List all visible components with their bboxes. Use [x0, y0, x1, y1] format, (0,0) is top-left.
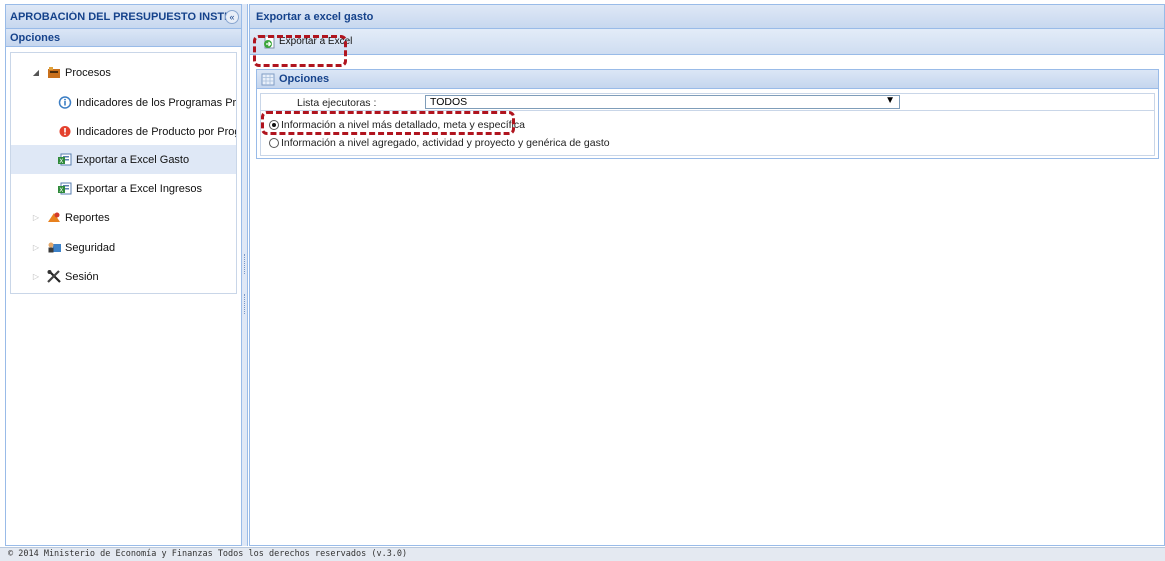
- content-panel-title: Exportar a excel gasto: [250, 5, 1164, 29]
- options-header: Opciones: [6, 29, 241, 47]
- security-users-icon: [48, 242, 61, 253]
- options-fieldset-header: Opciones: [257, 70, 1158, 89]
- export-button-highlight: [253, 35, 347, 67]
- radio-aggregated[interactable]: [269, 138, 279, 148]
- lista-ejecutoras-label: Lista ejecutoras :: [297, 97, 377, 109]
- toolbar: Exportar a Excel: [250, 29, 1164, 55]
- tree-node-indicadores-producto[interactable]: Indicadores de Producto por Programa: [11, 117, 236, 146]
- info-circle-icon: [58, 96, 72, 109]
- folder-books-icon: [48, 67, 60, 78]
- tree-node-indicadores-programas[interactable]: Indicadores de los Programas Presupuesta…: [11, 88, 236, 117]
- app-title: APROBACIÓN DEL PRESUPUESTO INSTITUCIONAL: [10, 10, 232, 23]
- navigation-panel-header: APROBACIÓN DEL PRESUPUESTO INSTITUCIONAL…: [6, 5, 241, 29]
- content-panel: Exportar a excel gasto Exportar a Excel …: [249, 4, 1165, 546]
- svg-text:X: X: [59, 158, 63, 165]
- tree-label: Indicadores de Producto por Programa: [76, 125, 236, 138]
- tree-label: Procesos: [65, 66, 111, 79]
- svg-text:X: X: [59, 187, 63, 194]
- detailed-option-highlight: [261, 111, 515, 135]
- radio-aggregated-option[interactable]: Información a nivel agregado, actividad …: [269, 137, 610, 149]
- panel-splitter[interactable]: [242, 4, 248, 546]
- lista-ejecutoras-value: TODOS: [430, 96, 468, 108]
- excel-export-icon: X: [58, 153, 72, 166]
- collapsed-arrow-icon[interactable]: ▷: [31, 213, 41, 222]
- excel-export-icon: X: [58, 182, 72, 195]
- tree-node-reportes[interactable]: ▷ Reportes: [11, 203, 236, 232]
- tree-label: Sesión: [65, 270, 99, 283]
- tree-node-procesos[interactable]: ◢ Procesos: [11, 58, 236, 87]
- tools-icon: [47, 270, 61, 283]
- tree-label: Seguridad: [65, 241, 116, 254]
- splitter-grip[interactable]: [244, 254, 246, 274]
- reports-icon: [48, 212, 60, 222]
- tree-label: Indicadores de los Programas Presupuesta…: [76, 96, 236, 109]
- tree-label: Reportes: [65, 211, 110, 224]
- tree-node-exportar-gasto[interactable]: X Exportar a Excel Gasto: [11, 145, 236, 174]
- radio-aggregated-label: Información a nivel agregado, actividad …: [281, 137, 610, 149]
- tree-node-sesion[interactable]: ▷ Sesión: [11, 262, 236, 291]
- collapsed-arrow-icon[interactable]: ▷: [31, 272, 41, 281]
- expanded-arrow-icon[interactable]: ◢: [31, 68, 41, 77]
- navigation-tree: ◢ Procesos Indicadores de los Programas …: [10, 52, 237, 294]
- options-title: Opciones: [279, 73, 330, 85]
- navigation-panel: APROBACIÓN DEL PRESUPUESTO INSTITUCIONAL…: [5, 4, 242, 546]
- collapse-panel-button[interactable]: «: [225, 10, 239, 24]
- footer-copyright: © 2014 Ministerio de Economía y Finanzas…: [0, 547, 1165, 561]
- tree-node-exportar-ingresos[interactable]: X Exportar a Excel Ingresos: [11, 174, 236, 203]
- lista-ejecutoras-select[interactable]: TODOS ▼: [425, 95, 900, 109]
- tree-label: Exportar a Excel Gasto: [76, 153, 190, 166]
- info-circle-red-icon: [59, 126, 71, 137]
- tree-node-seguridad[interactable]: ▷ Seguridad: [11, 233, 236, 262]
- grid-icon: [261, 73, 275, 85]
- tree-label: Exportar a Excel Ingresos: [76, 182, 202, 195]
- collapsed-arrow-icon[interactable]: ▷: [31, 243, 41, 252]
- lista-ejecutoras-row: Lista ejecutoras : TODOS ▼: [261, 94, 1154, 111]
- chevron-down-icon[interactable]: ▼: [885, 95, 895, 107]
- splitter-grip[interactable]: [244, 294, 246, 314]
